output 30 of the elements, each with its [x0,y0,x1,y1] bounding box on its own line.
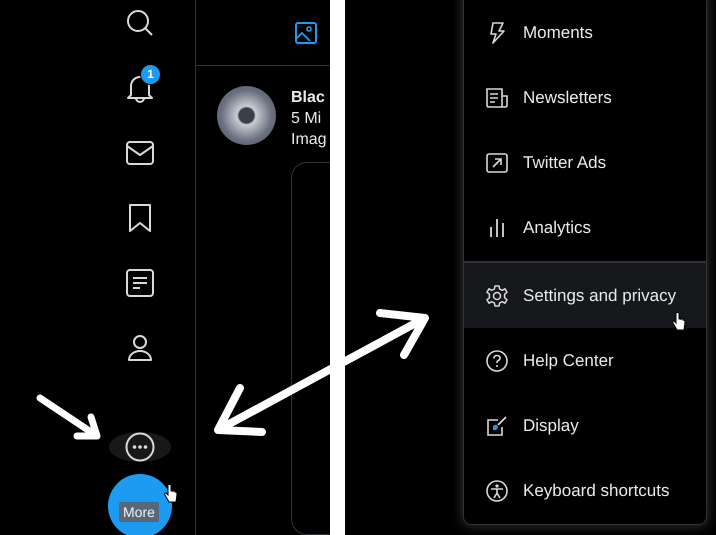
ellipsis-icon [125,432,155,462]
menu-item[interactable]: Help Center [464,328,706,393]
arrow [36,394,100,440]
brush-square-icon [486,414,508,436]
menu-item[interactable]: Newsletters [464,65,706,130]
bar-chart-icon [489,218,505,238]
document-icon[interactable] [126,268,154,296]
envelope-icon[interactable] [126,140,154,164]
question-icon [486,350,508,372]
menu-item[interactable]: Keyboard shortcuts [464,458,706,523]
post-text: 5 Mi [291,110,322,128]
accessibility-icon [486,480,508,502]
bookmark-icon[interactable] [128,204,152,232]
author-name[interactable]: Blac [291,89,327,107]
lightning-icon [489,22,505,44]
person-icon[interactable] [127,334,153,362]
menu-item[interactable]: Moments [464,0,706,65]
menu-item[interactable]: Display [464,393,706,458]
menu-item[interactable]: Analytics [464,195,706,260]
menu-item[interactable]: Twitter Ads [464,130,706,195]
post-text: Imag [291,131,327,149]
newspaper-icon [486,88,508,108]
menu-item[interactable]: Settings and privacy [464,263,706,328]
hand-cursor-icon [164,484,178,504]
hand-cursor-icon [672,312,686,332]
notification-count: 1 [140,64,161,84]
image-icon[interactable] [295,22,317,44]
more-tooltip: More [119,502,159,522]
search-icon[interactable] [126,8,154,36]
gear-icon [486,284,508,306]
